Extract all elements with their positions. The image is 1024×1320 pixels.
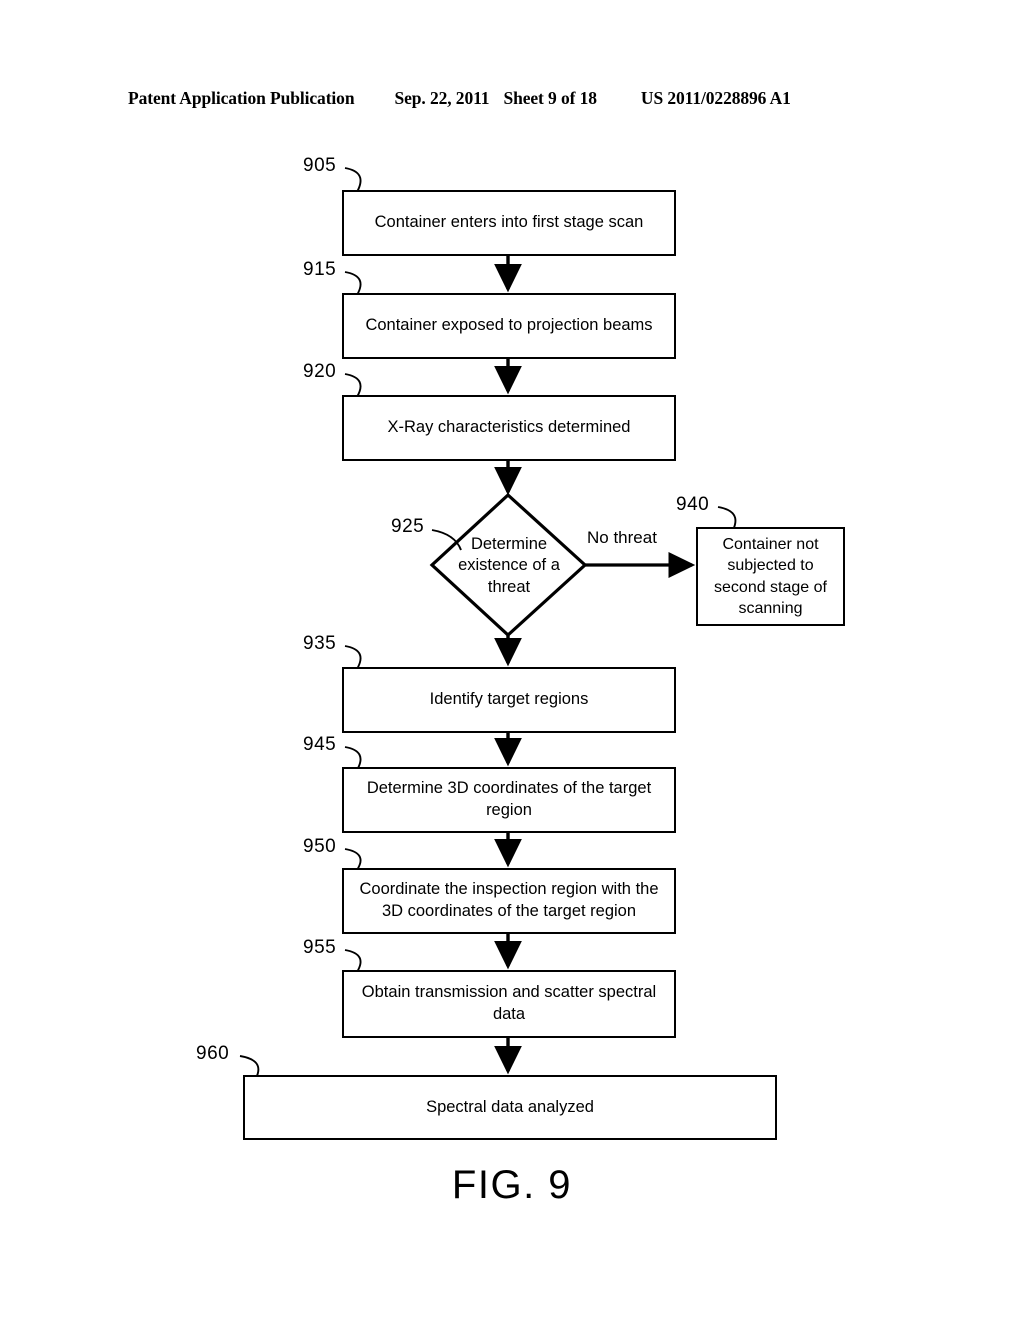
flow-node-920-label: X-Ray characteristics determined [387,418,631,437]
flow-node-925-label: Determine existence of a threat [458,534,560,596]
flow-node-915[interactable]: Container exposed to projection beams [342,293,676,359]
flow-node-945-label: Determine 3D coordinates of the target r… [366,779,652,819]
flow-node-940-label: Container not subjected to second stage … [714,536,827,617]
flow-node-935[interactable]: Identify target regions [342,667,676,733]
reference-numeral-955: 955 [303,937,337,958]
reference-numeral-950: 950 [303,836,337,857]
reference-numeral-945: 945 [303,734,337,755]
flow-node-960[interactable]: Spectral data analyzed [243,1075,777,1140]
flow-node-935-label: Identify target regions [429,690,589,709]
reference-numeral-905: 905 [303,155,337,176]
reference-numeral-940: 940 [676,494,710,515]
flow-node-940[interactable]: Container not subjected to second stage … [696,527,845,626]
reference-numeral-925: 925 [391,516,425,537]
edge-label-no-threat: No threat [587,528,657,547]
reference-numeral-920: 920 [303,361,337,382]
leader-line-905 [344,167,362,193]
figure-caption: FIG. 9 [451,1163,573,1207]
flow-node-945[interactable]: Determine 3D coordinates of the target r… [342,767,676,833]
leader-line-950 [344,848,362,871]
reference-numeral-915: 915 [303,259,337,280]
flow-node-955-label: Obtain transmission and scatter spectral… [361,983,657,1023]
flow-node-925[interactable]: Determine existence of a threat [440,528,578,604]
flow-node-905-label: Container enters into first stage scan [374,213,644,232]
flowchart: Container enters into first stage scan C… [0,0,1024,1320]
reference-numeral-935: 935 [303,633,337,654]
leader-line-915 [344,271,362,296]
leader-line-935 [344,645,362,670]
flow-node-950-label: Coordinate the inspection region with th… [359,880,659,920]
leader-line-920 [344,373,362,398]
flow-node-915-label: Container exposed to projection beams [365,316,653,335]
leader-line-955 [344,949,362,973]
flow-node-905[interactable]: Container enters into first stage scan [342,190,676,256]
flow-node-950[interactable]: Coordinate the inspection region with th… [342,868,676,934]
reference-numeral-960: 960 [196,1043,230,1064]
flow-node-960-label: Spectral data analyzed [426,1097,594,1116]
flow-node-920[interactable]: X-Ray characteristics determined [342,395,676,461]
flow-node-955[interactable]: Obtain transmission and scatter spectral… [342,970,676,1038]
